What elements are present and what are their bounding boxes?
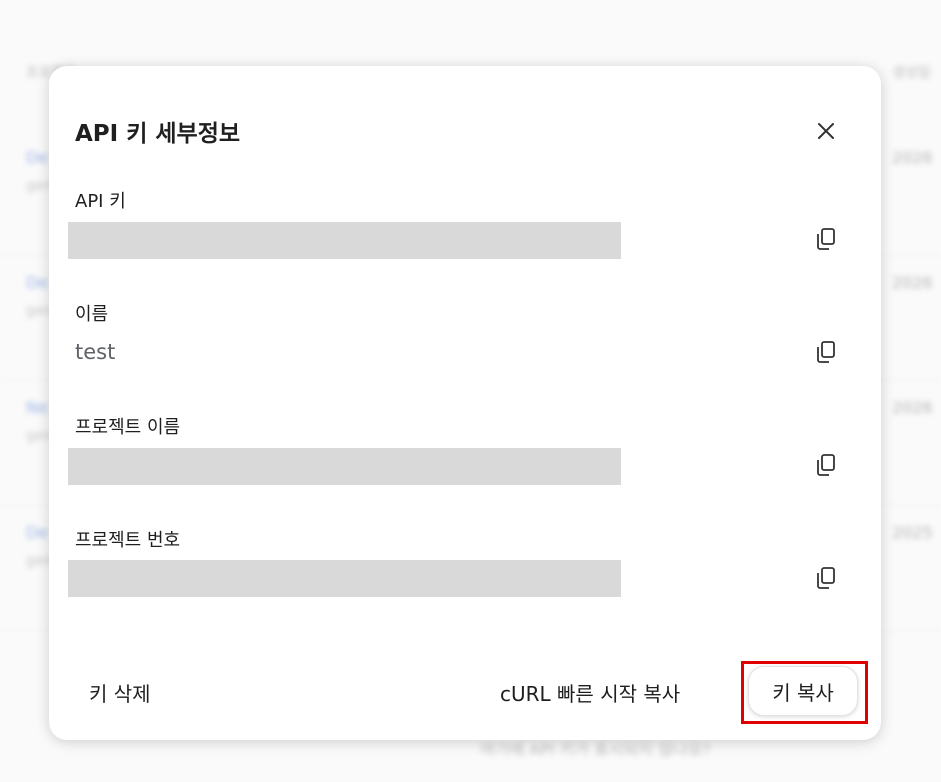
project-number-value-redacted xyxy=(68,560,621,597)
project-number-label: 프로젝트 번호 xyxy=(75,530,181,551)
copy-icon xyxy=(817,454,835,476)
copy-project-number-button[interactable] xyxy=(813,565,839,591)
copy-api-key-button[interactable] xyxy=(813,226,839,252)
bg-row-date: 2026 xyxy=(892,273,933,292)
bg-row-date: 2026 xyxy=(892,398,933,417)
copy-icon xyxy=(817,567,835,589)
delete-key-button[interactable]: 키 삭제 xyxy=(89,678,151,707)
copy-key-button[interactable]: 키 복사 xyxy=(748,666,858,716)
copy-project-name-button[interactable] xyxy=(813,452,839,478)
bg-header-right: 생성일 xyxy=(892,65,931,81)
api-key-value-redacted xyxy=(68,222,621,259)
dialog-title: API 키 세부정보 xyxy=(75,121,241,147)
api-key-label: API 키 xyxy=(75,191,126,212)
bg-row-date: 2026 xyxy=(892,148,933,167)
close-button[interactable] xyxy=(811,116,841,146)
api-key-details-dialog: API 키 세부정보 API 키 이름 test 프로젝트 이름 프로젝트 번호 xyxy=(49,66,881,740)
name-value: test xyxy=(75,340,116,364)
project-name-label: 프로젝트 이름 xyxy=(75,417,181,438)
project-name-value-redacted xyxy=(68,448,621,485)
copy-icon xyxy=(817,228,835,250)
name-label: 이름 xyxy=(75,304,109,325)
bg-row-date: 2025 xyxy=(892,523,933,542)
bg-row-name: De xyxy=(26,273,49,292)
bg-row-name: Ne xyxy=(26,398,48,417)
copy-icon xyxy=(817,341,835,363)
copy-name-button[interactable] xyxy=(813,339,839,365)
bg-row-name: De xyxy=(26,523,49,542)
copy-curl-quickstart-button[interactable]: cURL 빠른 시작 복사 xyxy=(500,678,680,707)
close-icon xyxy=(818,123,834,139)
bg-row-name: De xyxy=(26,148,49,167)
